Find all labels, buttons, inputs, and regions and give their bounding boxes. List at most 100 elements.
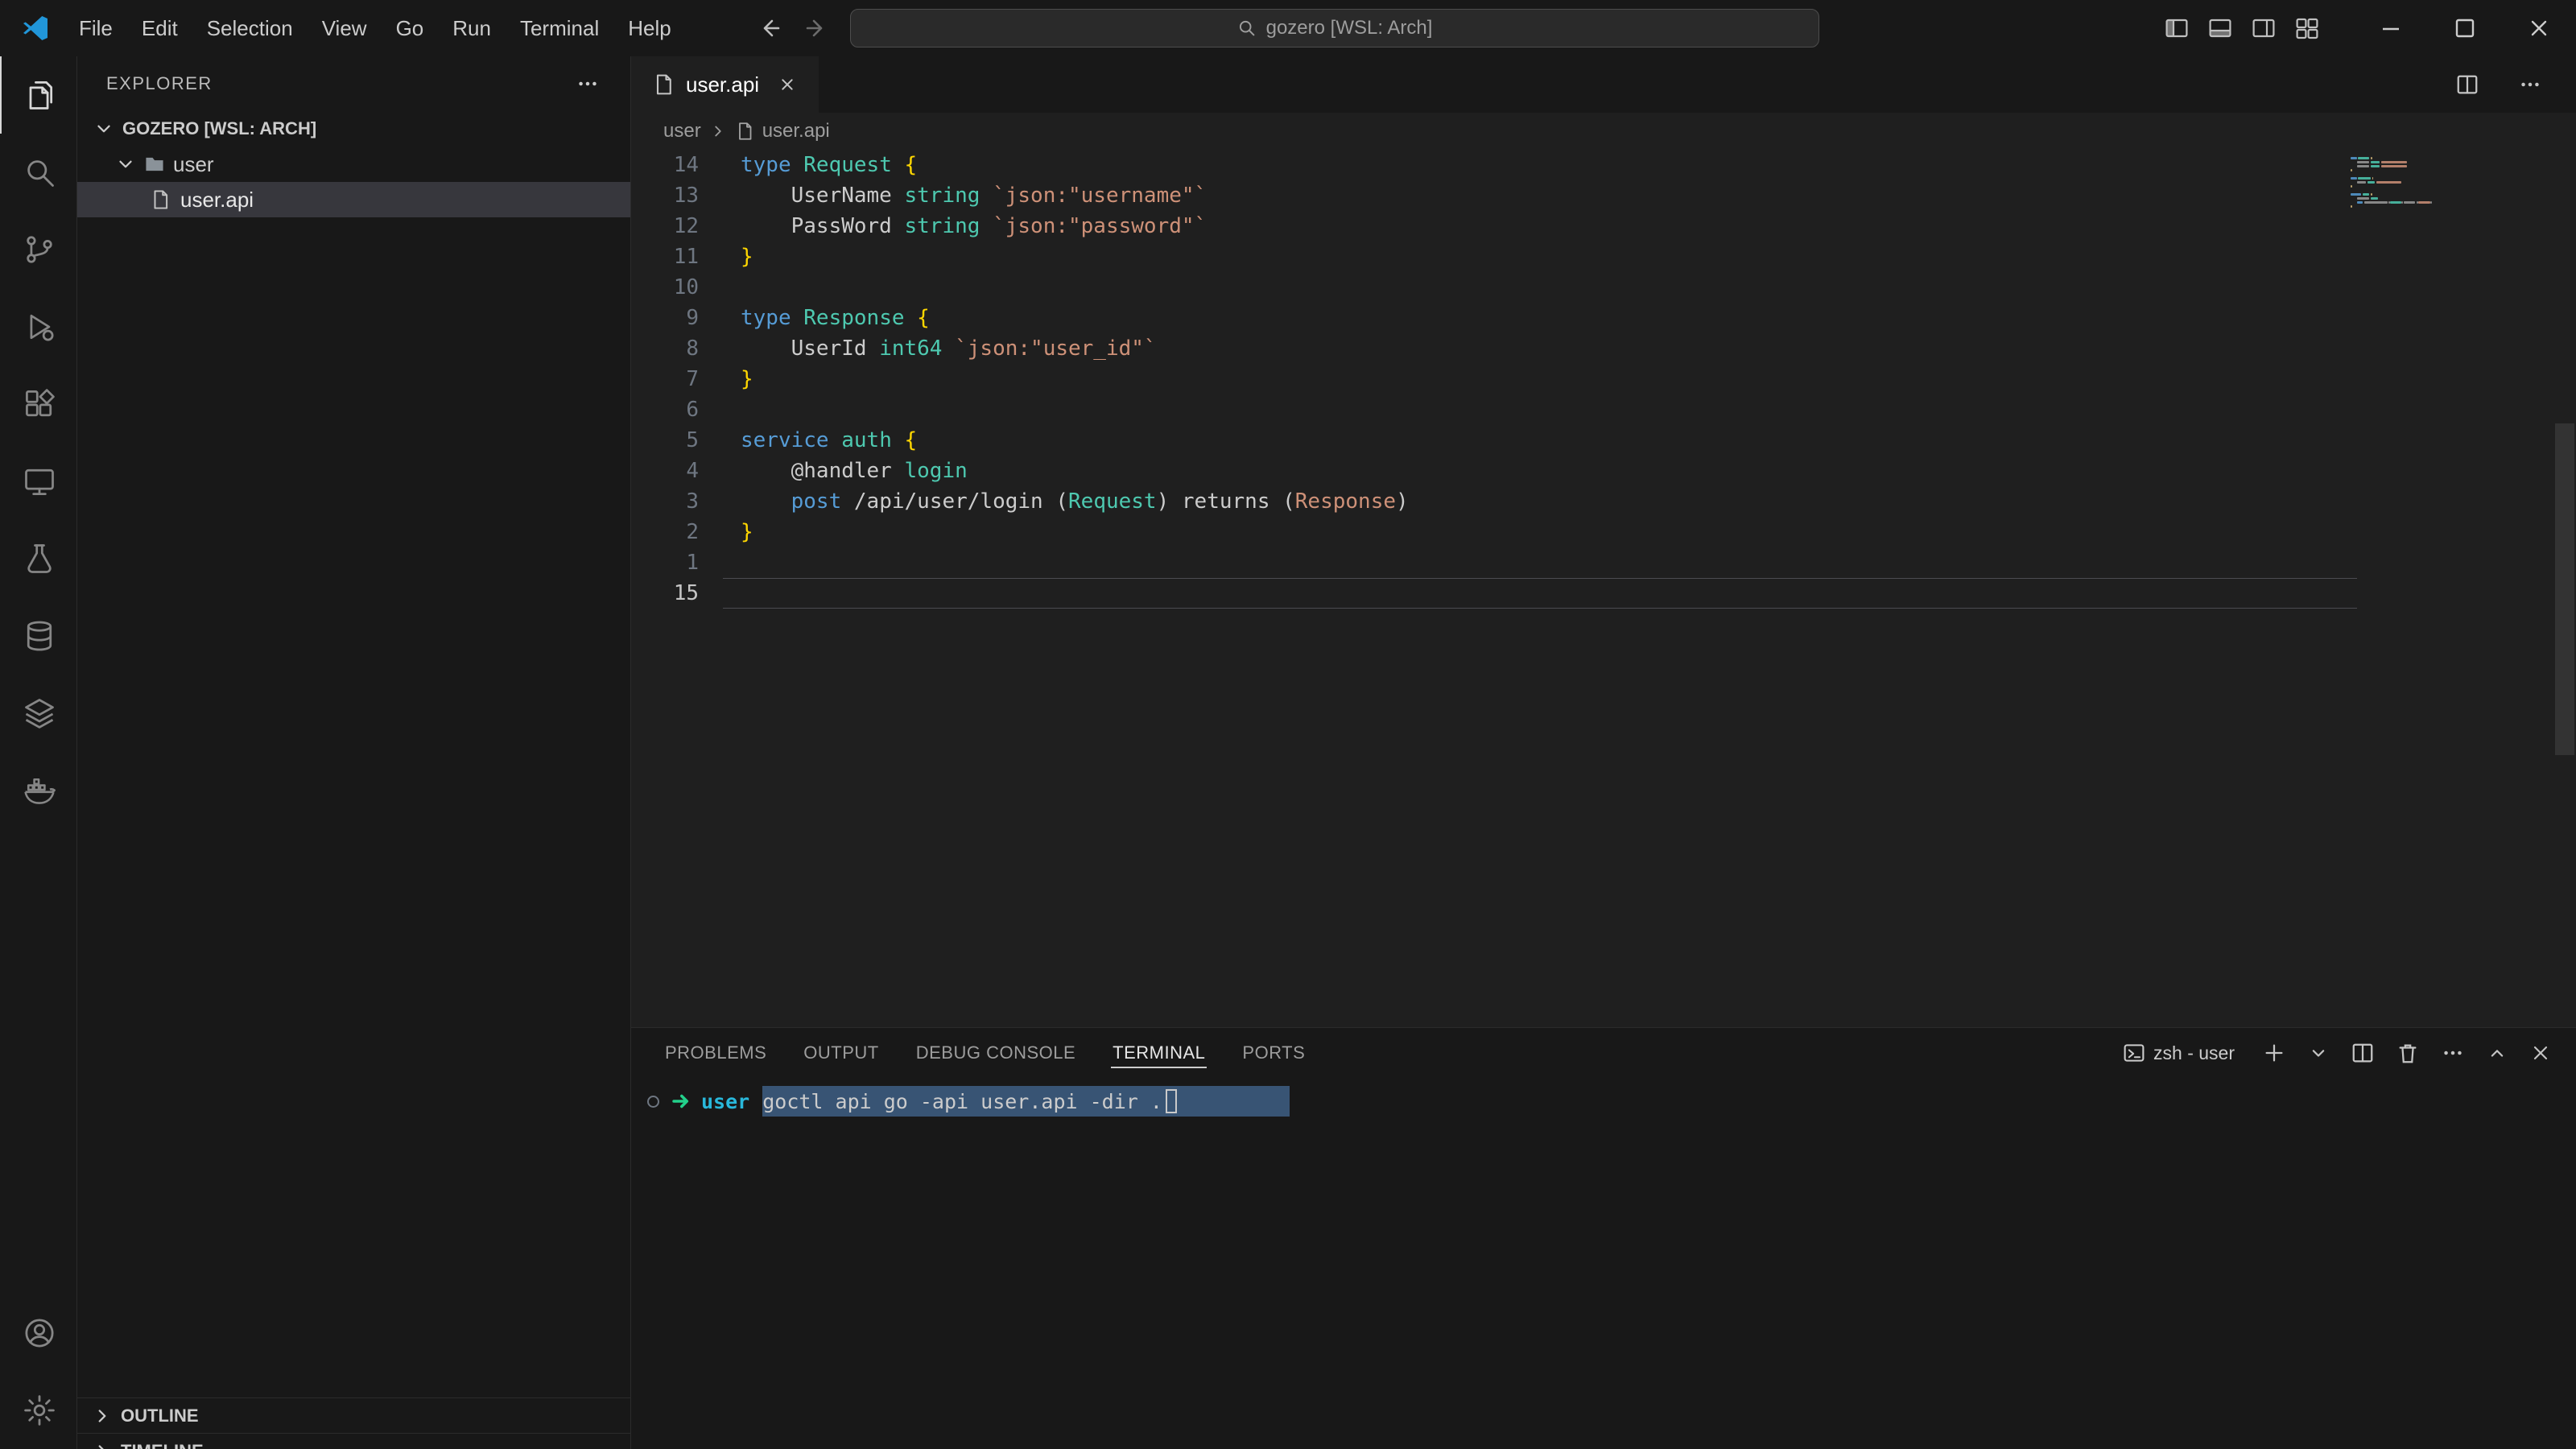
line-number: 8 [631, 333, 699, 364]
close-window-button[interactable] [2502, 0, 2576, 56]
section-timeline[interactable]: TIMELINE [77, 1433, 630, 1449]
editor-scrollbar[interactable] [2555, 423, 2574, 755]
activity-source-control[interactable] [0, 211, 76, 288]
code-line[interactable]: 14type Request { [631, 150, 2576, 180]
activity-testing[interactable] [0, 520, 76, 597]
menu-run[interactable]: Run [438, 0, 506, 56]
terminal-shell-chip[interactable]: zsh - user [2123, 1042, 2235, 1064]
activity-layers[interactable] [0, 675, 76, 752]
code-line[interactable]: 4 @handler login [631, 456, 2576, 486]
menu-go[interactable]: Go [382, 0, 439, 56]
code-line[interactable]: 1 [631, 547, 2576, 578]
code-line[interactable]: 7} [631, 364, 2576, 394]
bottom-panel: PROBLEMSOUTPUTDEBUG CONSOLETERMINALPORTS… [631, 1027, 2576, 1449]
maximize-button[interactable] [2428, 0, 2502, 56]
beaker-icon [22, 541, 57, 576]
sidebar-more-actions-icon[interactable] [576, 72, 600, 96]
nav-forward-icon[interactable] [803, 15, 829, 41]
titlebar: FileEditSelectionViewGoRunTerminalHelp g… [0, 0, 2576, 56]
terminal-selection: goctl api go -api user.api -dir . [762, 1086, 1290, 1117]
nav-history [757, 0, 829, 56]
activity-explorer[interactable] [0, 56, 76, 134]
tree-root-folder[interactable]: GOZERO [WSL: ARCH] [77, 111, 630, 147]
editor-more-actions-icon[interactable] [2518, 72, 2542, 97]
menu-selection[interactable]: Selection [192, 0, 308, 56]
new-terminal-icon[interactable] [2262, 1041, 2286, 1065]
activity-search[interactable] [0, 134, 76, 211]
activity-extensions[interactable] [0, 365, 76, 443]
toggle-panel-icon[interactable] [2207, 15, 2233, 41]
terminal-content[interactable]: user goctl api go -api user.api -dir . [631, 1078, 2576, 1449]
sidebar-bottom-sections: OUTLINE TIMELINE [77, 1397, 630, 1449]
code-editor[interactable]: 14type Request {13 UserName string `json… [631, 150, 2576, 1027]
menu-terminal[interactable]: Terminal [506, 0, 613, 56]
code-line[interactable]: 12 PassWord string `json:"password"` [631, 211, 2576, 242]
command-center-label: gozero [WSL: Arch] [1266, 17, 1433, 39]
panel-tab-ports[interactable]: PORTS [1229, 1028, 1318, 1078]
activity-database[interactable] [0, 597, 76, 675]
nav-back-icon[interactable] [757, 15, 782, 41]
code-line[interactable]: 5service auth { [631, 425, 2576, 456]
vscode-logo [21, 14, 50, 43]
layers-icon [22, 696, 57, 731]
panel-more-actions-icon[interactable] [2441, 1041, 2465, 1065]
terminal-command: goctl api go -api user.api -dir . [762, 1090, 1162, 1113]
remote-explorer-icon [22, 464, 57, 499]
breadcrumb[interactable]: user user.api [631, 113, 2576, 150]
code-line[interactable]: 10 [631, 272, 2576, 303]
activity-settings[interactable] [0, 1372, 76, 1449]
window-controls [2164, 0, 2576, 56]
activity-docker[interactable] [0, 752, 76, 829]
code-line[interactable]: 15 [631, 578, 2576, 609]
split-editor-icon[interactable] [2455, 72, 2479, 97]
tree-item-user-api-file[interactable]: user.api [77, 182, 630, 217]
toggle-primary-sidebar-icon[interactable] [2164, 15, 2190, 41]
breadcrumb-folder[interactable]: user [663, 120, 701, 142]
line-number: 14 [631, 150, 699, 180]
folder-icon [144, 154, 165, 175]
tab-user-api[interactable]: user.api [631, 56, 819, 113]
tree-item-user-folder[interactable]: user [77, 147, 630, 182]
code-line[interactable]: 11} [631, 242, 2576, 272]
activity-account[interactable] [0, 1294, 76, 1372]
customize-layout-icon[interactable] [2294, 15, 2320, 41]
menu-edit[interactable]: Edit [127, 0, 192, 56]
code-area: 14type Request {13 UserName string `json… [631, 150, 2576, 609]
terminal-icon [2123, 1042, 2145, 1064]
line-number: 15 [631, 578, 699, 609]
menu-view[interactable]: View [308, 0, 382, 56]
panel-tab-problems[interactable]: PROBLEMS [652, 1028, 779, 1078]
close-panel-icon[interactable] [2529, 1042, 2552, 1064]
line-number: 9 [631, 303, 699, 333]
command-decoration-icon[interactable] [647, 1096, 659, 1108]
section-outline[interactable]: OUTLINE [77, 1397, 630, 1433]
code-line[interactable]: 3 post /api/user/login (Request) returns… [631, 486, 2576, 517]
split-terminal-icon[interactable] [2351, 1041, 2375, 1065]
menu-file[interactable]: File [64, 0, 127, 56]
editor-tab-bar: user.api [631, 56, 2576, 113]
activity-remote-explorer[interactable] [0, 443, 76, 520]
code-line[interactable]: 9type Response { [631, 303, 2576, 333]
code-line[interactable]: 13 UserName string `json:"username"` [631, 180, 2576, 211]
toggle-secondary-sidebar-icon[interactable] [2251, 15, 2277, 41]
activity-bar [0, 56, 77, 1449]
minimap[interactable] [2351, 156, 2471, 217]
tab-close-icon[interactable] [777, 74, 798, 95]
launch-profile-chevron-icon[interactable] [2307, 1042, 2330, 1064]
chevron-right-icon [92, 1406, 113, 1426]
search-icon [1237, 19, 1257, 38]
kill-terminal-icon[interactable] [2396, 1041, 2420, 1065]
code-line[interactable]: 6 [631, 394, 2576, 425]
code-line[interactable]: 8 UserId int64 `json:"user_id"` [631, 333, 2576, 364]
breadcrumb-file[interactable]: user.api [762, 120, 830, 142]
database-icon [22, 618, 57, 654]
panel-tab-debug-console[interactable]: DEBUG CONSOLE [903, 1028, 1088, 1078]
minimize-button[interactable] [2354, 0, 2428, 56]
code-line[interactable]: 2} [631, 517, 2576, 547]
activity-run-debug[interactable] [0, 288, 76, 365]
panel-tab-terminal[interactable]: TERMINAL [1100, 1028, 1218, 1078]
menu-help[interactable]: Help [613, 0, 685, 56]
maximize-panel-icon[interactable] [2486, 1042, 2508, 1064]
panel-tab-output[interactable]: OUTPUT [791, 1028, 891, 1078]
command-center[interactable]: gozero [WSL: Arch] [850, 9, 1819, 47]
